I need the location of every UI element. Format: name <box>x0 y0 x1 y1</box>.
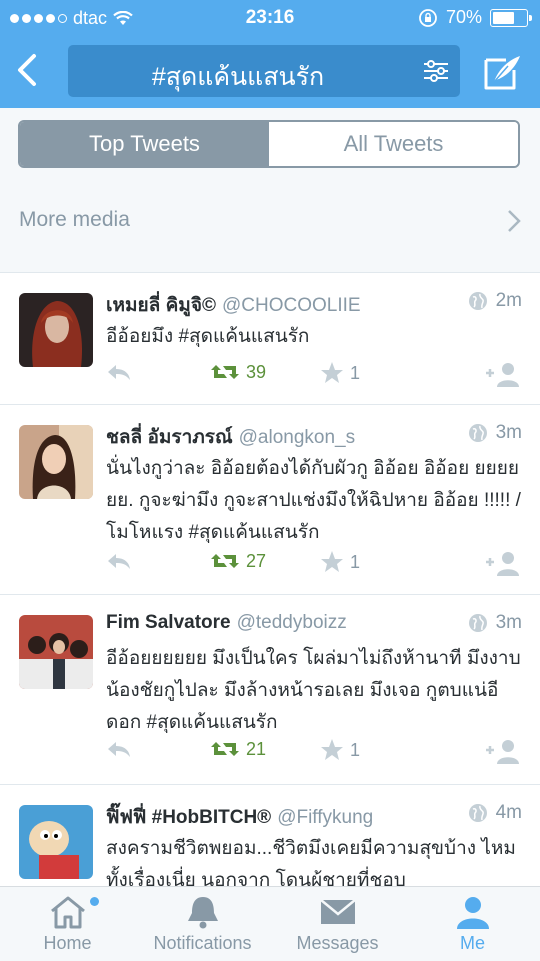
globe-icon <box>468 804 487 822</box>
more-media-row[interactable]: More media <box>0 184 540 258</box>
tweet-time: 2m <box>495 290 522 311</box>
tweet-text: อีอ้อยยยยยย มึงเป็นใคร โผล่มาไม่ถึงห้านา… <box>106 648 521 733</box>
tab-notifications-label: Notifications <box>153 933 252 953</box>
user-handle[interactable]: @Fiffykung <box>277 807 373 828</box>
tweet-header: Fim Salvatore @teddyboizz 3m <box>106 612 522 640</box>
segment-bar: Top Tweets All Tweets <box>0 108 540 185</box>
user-name[interactable]: ฟิ๊ฟฟี่ #HobBITCH® <box>106 807 271 828</box>
more-media-label: More media <box>19 208 130 231</box>
reply-icon[interactable] <box>106 738 132 760</box>
chevron-right-icon <box>508 210 521 232</box>
back-button[interactable] <box>12 48 42 92</box>
bell-icon <box>187 897 218 929</box>
tweet-text: นั่นไงกูว่าละ อิอ้อยต้องได้กับผัวกู อิอ้… <box>106 458 521 543</box>
tab-messages-label: Messages <box>296 933 379 953</box>
retweet-button[interactable]: 39 <box>210 361 266 383</box>
home-new-indicator <box>90 897 99 906</box>
reply-icon[interactable] <box>106 361 132 383</box>
tweet-actions: 27 1 <box>106 550 526 580</box>
follow-user-icon[interactable] <box>486 361 522 387</box>
search-query-text: #สุดแค้นแสนรัก <box>151 63 325 91</box>
reply-icon[interactable] <box>106 550 132 572</box>
globe-icon <box>468 614 487 632</box>
tab-me-label: Me <box>459 933 485 953</box>
user-handle[interactable]: @CHOCOOLIIE <box>222 295 361 316</box>
retweet-button[interactable]: 21 <box>210 738 266 760</box>
user-name[interactable]: Fim Salvatore <box>106 612 231 633</box>
all-tweets-tab[interactable]: All Tweets <box>269 122 518 166</box>
favorite-count: 1 <box>350 739 361 760</box>
tweet-item[interactable]: ชลลี่ อัมราภรณ์ @alongkon_s 3m นั่นไงกูว่… <box>0 405 540 595</box>
user-name[interactable]: เหมยลี่ คิมูจิ© <box>106 295 216 316</box>
avatar[interactable] <box>19 425 93 499</box>
tweet-text: สงครามชีวิตพยอม...ชีวิตมึงเคยมีความสุขบ้… <box>106 838 516 887</box>
avatar[interactable] <box>19 615 93 689</box>
retweet-count: 21 <box>246 738 267 759</box>
favorite-count: 1 <box>350 551 361 572</box>
favorite-button[interactable]: 1 <box>320 738 360 762</box>
avatar[interactable] <box>19 293 93 367</box>
tweet-actions: 21 1 <box>106 738 526 768</box>
user-handle[interactable]: @alongkon_s <box>239 427 355 448</box>
battery-icon <box>490 8 532 27</box>
tab-messages[interactable]: Messages <box>270 887 405 961</box>
home-icon <box>50 896 85 929</box>
star-icon <box>321 739 343 760</box>
retweet-button[interactable]: 27 <box>210 550 266 572</box>
tweet-header: ฟิ๊ฟฟี่ #HobBITCH® @Fiffykung 4m <box>106 802 522 830</box>
tweet-item[interactable]: ฟิ๊ฟฟี่ #HobBITCH® @Fiffykung 4m สงครามชี… <box>0 785 540 887</box>
tab-home[interactable]: Home <box>0 887 135 961</box>
globe-icon <box>468 424 487 442</box>
tweet-time: 3m <box>495 422 522 443</box>
battery-percent: 70% <box>445 7 482 27</box>
search-query-field[interactable]: #สุดแค้นแสนรัก <box>68 45 460 97</box>
user-handle[interactable]: @teddyboizz <box>237 612 347 633</box>
person-icon <box>456 897 489 929</box>
globe-icon <box>468 292 487 310</box>
retweet-icon <box>211 742 239 756</box>
avatar[interactable] <box>19 805 93 879</box>
envelope-icon <box>319 899 356 924</box>
filter-icon[interactable] <box>422 57 450 85</box>
tweet-item[interactable]: เหมยลี่ คิมูจิ© @CHOCOOLIIE 2m อีอ้อยมึง … <box>0 273 540 405</box>
follow-user-icon[interactable] <box>486 738 522 764</box>
section-divider <box>0 258 540 273</box>
rotation-lock-icon <box>419 8 437 27</box>
status-bar: dtac 23:16 70% <box>0 0 540 36</box>
user-name[interactable]: ชลลี่ อัมราภรณ์ <box>106 427 233 448</box>
top-tweets-tab[interactable]: Top Tweets <box>20 122 269 166</box>
star-icon <box>321 362 343 383</box>
retweet-icon <box>211 554 239 568</box>
nav-bar: dtac 23:16 70% #สุดแค้นแสนรัก <box>0 0 540 108</box>
favorite-button[interactable]: 1 <box>320 550 360 574</box>
retweet-count: 27 <box>246 550 267 571</box>
favorite-count: 1 <box>350 362 361 383</box>
tweet-text: อีอ้อยมึง #สุดแค้นแสนรัก <box>106 326 310 347</box>
compose-tweet-button[interactable] <box>480 50 524 94</box>
tweet-time: 4m <box>495 802 522 823</box>
tweet-header: เหมยลี่ คิมูจิ© @CHOCOOLIIE 2m <box>106 290 522 318</box>
follow-user-icon[interactable] <box>486 550 522 576</box>
tweet-item[interactable]: Fim Salvatore @teddyboizz 3m อีอ้อยยยยยย … <box>0 595 540 785</box>
tweet-time: 3m <box>495 612 522 633</box>
favorite-button[interactable]: 1 <box>320 361 360 385</box>
retweet-icon <box>211 365 239 379</box>
tweets-segmented-control: Top Tweets All Tweets <box>18 120 520 168</box>
tweet-header: ชลลี่ อัมราภรณ์ @alongkon_s 3m <box>106 422 522 450</box>
star-icon <box>321 551 343 572</box>
retweet-count: 39 <box>246 361 267 382</box>
tweet-actions: 39 1 <box>106 361 526 391</box>
tab-bar: Home Notifications Messages Me <box>0 886 540 961</box>
tab-notifications[interactable]: Notifications <box>135 887 270 961</box>
tab-me[interactable]: Me <box>405 887 540 961</box>
tab-home-label: Home <box>43 933 92 953</box>
